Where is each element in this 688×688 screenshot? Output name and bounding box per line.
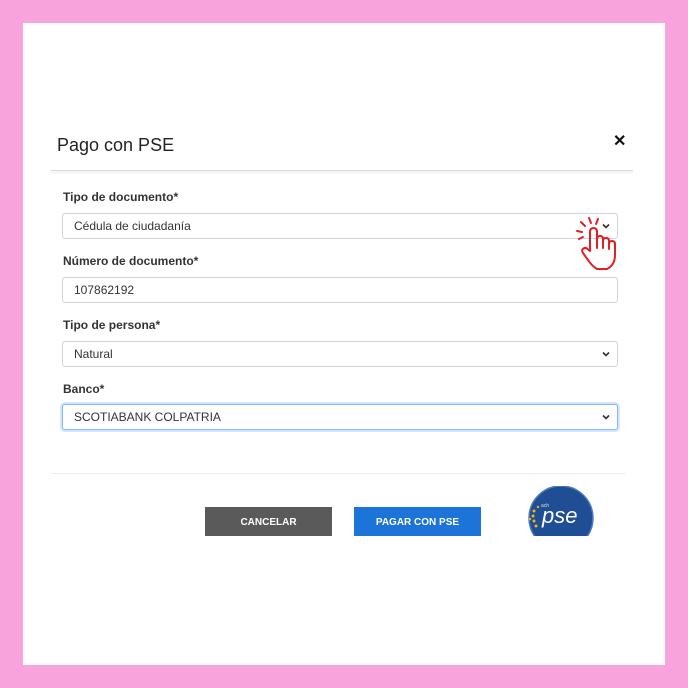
document-number-label: Número de documento* — [63, 254, 199, 268]
pointing-hand-icon — [576, 217, 616, 270]
footer-divider — [51, 473, 625, 474]
person-type-value: Natural — [74, 347, 113, 361]
close-icon[interactable]: ✕ — [613, 131, 626, 151]
chevron-down-icon — [602, 414, 610, 420]
pay-with-pse-button[interactable]: PAGAR CON PSE — [354, 507, 481, 536]
chevron-down-icon — [602, 351, 610, 357]
person-type-label: Tipo de persona* — [63, 318, 161, 332]
bank-label: Banco* — [63, 382, 105, 396]
pse-logo-text: pse — [541, 503, 577, 528]
header-divider — [51, 170, 633, 171]
pse-logo: ach pse — [528, 486, 594, 536]
document-number-input[interactable]: 107862192 — [62, 277, 618, 303]
dialog-title: Pago con PSE — [57, 135, 175, 155]
document-type-select[interactable]: Cédula de ciudadanía — [62, 213, 618, 239]
payment-dialog: Pago con PSE ✕ Tipo de documento* Cédula… — [23, 23, 665, 665]
cancel-button[interactable]: CANCELAR — [205, 507, 332, 536]
person-type-select[interactable]: Natural — [62, 341, 618, 367]
document-type-value: Cédula de ciudadanía — [74, 219, 191, 233]
document-number-value: 107862192 — [74, 283, 135, 297]
bank-select[interactable]: SCOTIABANK COLPATRIA — [62, 404, 618, 430]
bank-value: SCOTIABANK COLPATRIA — [74, 410, 221, 424]
document-type-label: Tipo de documento* — [63, 190, 179, 204]
